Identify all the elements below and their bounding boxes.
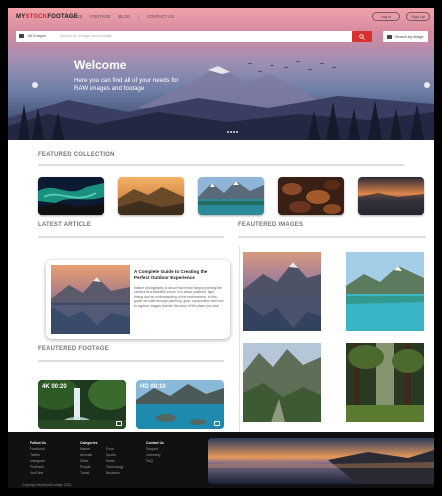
hero-landscape bbox=[8, 60, 434, 140]
page: MYSTOCK FOOTAGE IMAGES FOOTAGE BLOG | CON… bbox=[8, 8, 434, 488]
footage-duration-label: HD 00:10 bbox=[140, 384, 166, 390]
footer-column-contact: Contact Us Support Licensing FAQ bbox=[146, 440, 164, 464]
footer-link[interactable]: Business bbox=[106, 470, 123, 476]
cart-icon[interactable] bbox=[116, 421, 122, 426]
footage-item[interactable]: 4K 00:20 bbox=[38, 380, 126, 429]
article-thumbnail bbox=[51, 265, 130, 334]
footer-image bbox=[208, 438, 434, 484]
login-button[interactable]: Log in bbox=[372, 12, 400, 21]
featured-image[interactable] bbox=[243, 252, 321, 331]
nav-images[interactable]: IMAGES bbox=[66, 14, 82, 19]
hero-tagline: Here you can find all of your needs for … bbox=[74, 77, 179, 92]
footer-column-categories-more: Food Sports Music Technology Business bbox=[106, 446, 123, 476]
collection-item[interactable] bbox=[358, 177, 424, 215]
featured-footage-title: FEAUTERED FOOTAGE bbox=[38, 346, 109, 352]
featured-image[interactable] bbox=[346, 252, 424, 331]
hero-title: Welcome bbox=[74, 58, 127, 72]
featured-image[interactable] bbox=[346, 343, 424, 422]
section-divider bbox=[38, 236, 224, 238]
copyright-text: Copyright MyStockFootage 2021 bbox=[22, 483, 72, 487]
footer-link[interactable]: FAQ bbox=[146, 458, 164, 464]
cart-icon[interactable] bbox=[214, 421, 220, 426]
footer-link[interactable]: YouTube bbox=[30, 470, 46, 476]
footer-column-categories: Categories Nature Animals Cities People … bbox=[80, 440, 98, 476]
article-title[interactable]: A Complete Guide to Creating the Perfect… bbox=[134, 269, 224, 280]
collection-item[interactable] bbox=[118, 177, 184, 215]
search-by-image-button[interactable]: Search by image bbox=[383, 31, 428, 42]
logo-text-my: MY bbox=[16, 14, 26, 20]
section-divider bbox=[238, 236, 426, 238]
hero-banner: MYSTOCK FOOTAGE IMAGES FOOTAGE BLOG | CON… bbox=[8, 8, 434, 140]
camera-icon bbox=[387, 34, 392, 39]
search-by-image-label: Search by image bbox=[395, 34, 424, 39]
signup-button[interactable]: Sign Up bbox=[406, 12, 430, 21]
footage-item[interactable]: HD 00:10 bbox=[136, 380, 224, 429]
search-icon bbox=[359, 34, 365, 40]
logo-text-stock: STOCK bbox=[25, 14, 48, 20]
footer-link[interactable]: Travel bbox=[80, 470, 98, 476]
featured-collection-title: FEATURED COLLECTION bbox=[38, 152, 115, 158]
collection-item[interactable] bbox=[198, 177, 264, 215]
carousel-dots[interactable] bbox=[227, 131, 238, 133]
nav-blog[interactable]: BLOG bbox=[118, 14, 130, 19]
footer-column-follow: Follow Us Facebook Twitter Instagram Pin… bbox=[30, 440, 46, 476]
nav-footage[interactable]: FOOTAGE bbox=[90, 14, 110, 19]
article-card[interactable]: A Complete Guide to Creating the Perfect… bbox=[46, 260, 230, 339]
search-button[interactable] bbox=[352, 31, 372, 42]
main-nav: IMAGES FOOTAGE BLOG | CONTACT US bbox=[66, 14, 174, 19]
search-category-select[interactable]: All Images bbox=[28, 34, 46, 38]
footer: Follow Us Facebook Twitter Instagram Pin… bbox=[8, 432, 434, 488]
featured-image[interactable] bbox=[243, 343, 321, 422]
section-divider bbox=[38, 360, 224, 362]
section-divider bbox=[38, 164, 404, 166]
camera-icon bbox=[19, 34, 24, 38]
featured-images-title: FEAUTERED IMAGES bbox=[238, 222, 304, 228]
latest-article-title: LATEST ARTICLE bbox=[38, 222, 92, 228]
article-excerpt: Nature photography is about more than si… bbox=[134, 286, 224, 308]
nav-contact[interactable]: CONTACT US bbox=[147, 14, 174, 19]
collection-item[interactable] bbox=[278, 177, 344, 215]
carousel-prev-button[interactable] bbox=[32, 82, 38, 88]
footage-duration-label: 4K 00:20 bbox=[42, 384, 67, 390]
carousel-next-button[interactable] bbox=[424, 82, 430, 88]
column-divider bbox=[239, 246, 240, 432]
search-bar: All Images Search for images and footage bbox=[16, 31, 372, 42]
nav-separator: | bbox=[138, 14, 140, 19]
top-navigation: MYSTOCK FOOTAGE IMAGES FOOTAGE BLOG | CON… bbox=[8, 8, 434, 26]
collection-item[interactable] bbox=[38, 177, 104, 215]
search-input[interactable]: Search for images and footage bbox=[60, 34, 112, 38]
